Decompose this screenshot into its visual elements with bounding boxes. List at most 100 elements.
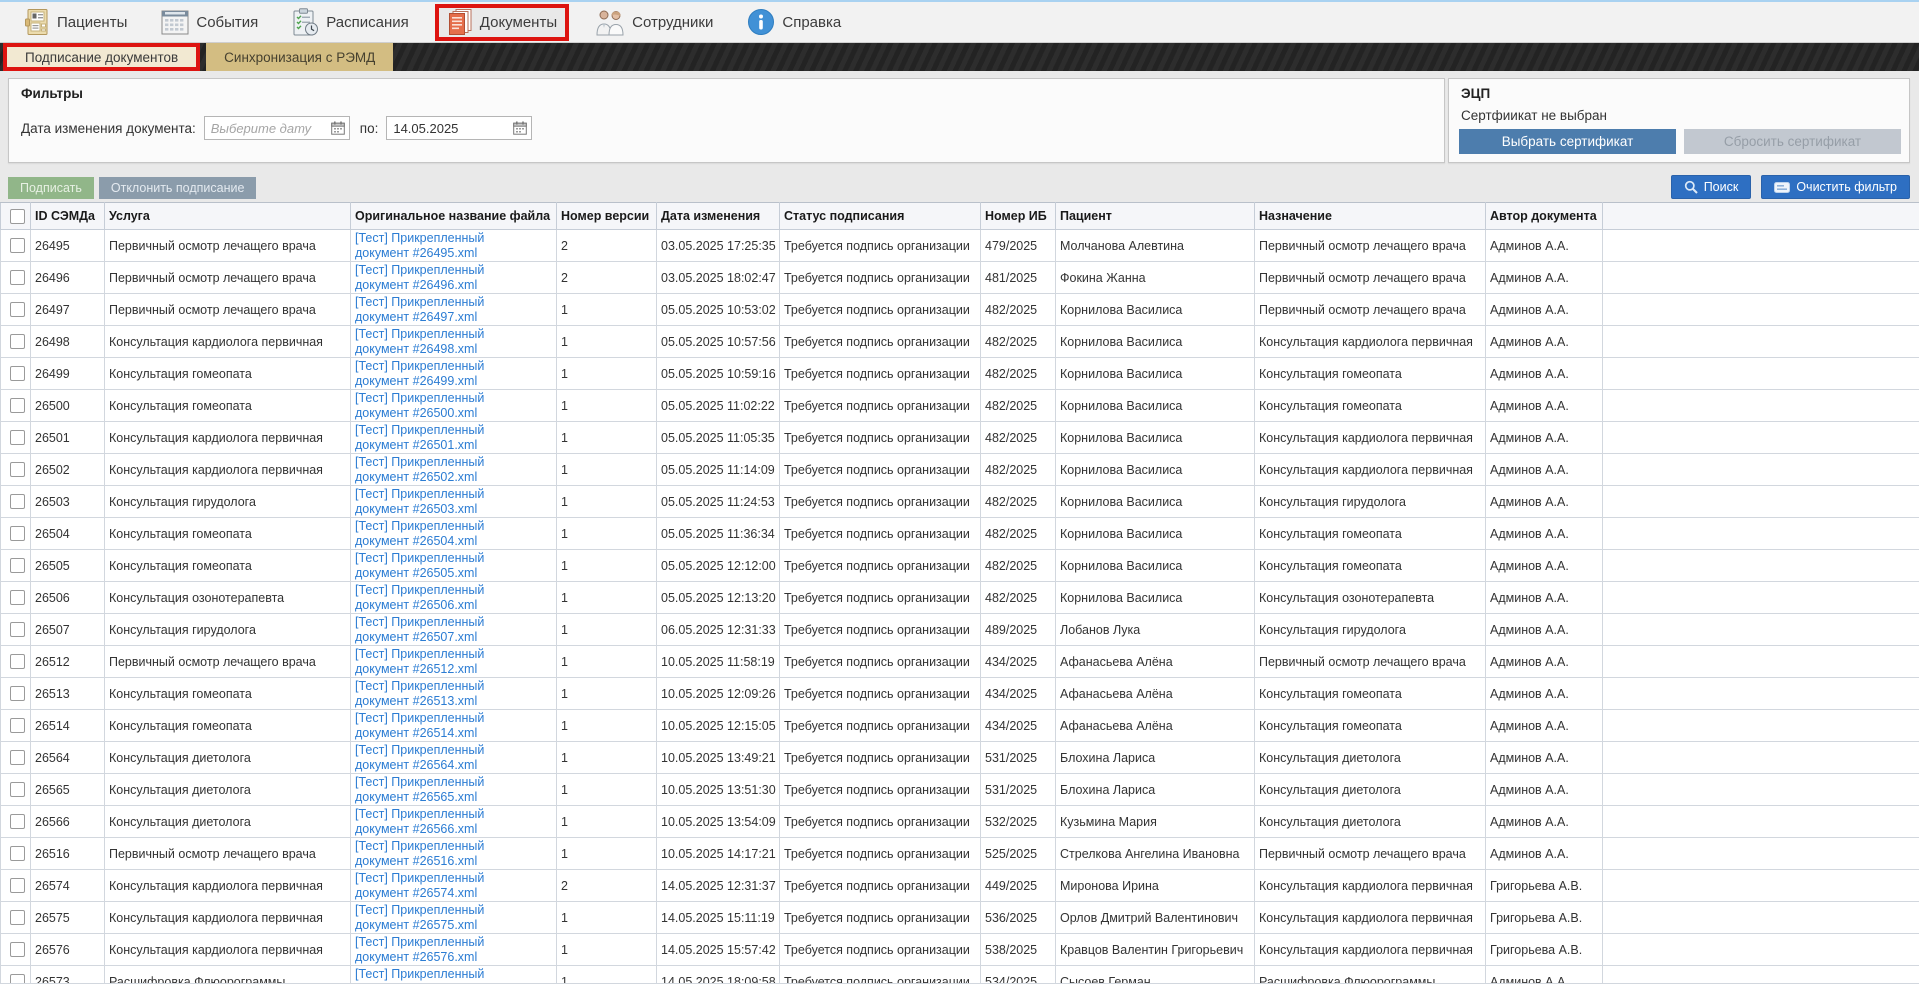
table-row[interactable]: 26575Консультация кардиолога первичная[Т… (1, 902, 1919, 934)
row-checkbox[interactable] (10, 686, 25, 701)
row-checkbox[interactable] (10, 718, 25, 733)
column-header[interactable]: Автор документа (1486, 203, 1603, 230)
sign-button[interactable]: Подписать (8, 177, 94, 199)
row-checkbox[interactable] (10, 814, 25, 829)
row-checkbox[interactable] (10, 494, 25, 509)
row-checkbox[interactable] (10, 846, 25, 861)
document-file-link[interactable]: [Тест] Прикрепленный документ #26503.xml (355, 487, 484, 516)
table-row[interactable]: 26506Консультация озонотерапевта[Тест] П… (1, 582, 1919, 614)
table-row[interactable]: 26574Консультация кардиолога первичная[Т… (1, 870, 1919, 902)
document-file-link[interactable]: [Тест] Прикрепленный документ #26514.xml (355, 711, 484, 740)
table-row[interactable]: 26513Консультация гомеопата[Тест] Прикре… (1, 678, 1919, 710)
document-file-link[interactable]: [Тест] Прикрепленный документ #26497.xml (355, 295, 484, 324)
table-row[interactable]: 26516Первичный осмотр лечащего врача[Тес… (1, 838, 1919, 870)
document-file-link[interactable]: [Тест] Прикрепленный документ #26565.xml (355, 775, 484, 804)
table-row[interactable]: 26505Консультация гомеопата[Тест] Прикре… (1, 550, 1919, 582)
tab-document-signing[interactable]: Подписание документов (7, 47, 196, 67)
decline-signing-button[interactable]: Отклонить подписание (99, 177, 257, 199)
row-checkbox[interactable] (10, 430, 25, 445)
document-file-link[interactable]: [Тест] Прикрепленный документ #26516.xml (355, 839, 484, 868)
table-row[interactable]: 26501Консультация кардиолога первичная[Т… (1, 422, 1919, 454)
column-header[interactable]: Номер ИБ (981, 203, 1056, 230)
document-file-link[interactable]: [Тест] Прикрепленный документ #26504.xml (355, 519, 484, 548)
table-row[interactable]: 26503Консультация гирудолога[Тест] Прикр… (1, 486, 1919, 518)
row-checkbox[interactable] (10, 270, 25, 285)
row-checkbox[interactable] (10, 526, 25, 541)
document-file-link[interactable]: [Тест] Прикрепленный документ #26495.xml (355, 231, 484, 260)
column-header[interactable]: Оригинальное название файла (351, 203, 557, 230)
document-file-link[interactable]: [Тест] Прикрепленный документ #26513.xml (355, 679, 484, 708)
document-file-link[interactable]: [Тест] Прикрепленный документ #26506.xml (355, 583, 484, 612)
table-row[interactable]: 26498Консультация кардиолога первичная[Т… (1, 326, 1919, 358)
document-file-link[interactable]: [Тест] Прикрепленный документ #26499.xml (355, 359, 484, 388)
row-checkbox[interactable] (10, 558, 25, 573)
toolbar-item-events[interactable]: События (153, 3, 266, 41)
row-checkbox[interactable] (10, 398, 25, 413)
toolbar-item-patients[interactable]: Пациенты (16, 3, 135, 41)
column-header[interactable]: Номер версии (557, 203, 657, 230)
clear-filter-button[interactable]: Очистить фильтр (1761, 175, 1910, 199)
table-row[interactable]: 26504Консультация гомеопата[Тест] Прикре… (1, 518, 1919, 550)
column-header[interactable]: Услуга (105, 203, 351, 230)
row-checkbox[interactable] (10, 622, 25, 637)
column-header[interactable]: Назначение (1255, 203, 1486, 230)
table-row[interactable]: 26502Консультация кардиолога первичная[Т… (1, 454, 1919, 486)
toolbar-item-documents[interactable]: Документы (439, 8, 565, 37)
row-checkbox[interactable] (10, 654, 25, 669)
select-all-checkbox[interactable] (10, 209, 25, 224)
table-row[interactable]: 26564Консультация диетолога[Тест] Прикре… (1, 742, 1919, 774)
table-row[interactable]: 26514Консультация гомеопата[Тест] Прикре… (1, 710, 1919, 742)
document-file-link[interactable]: [Тест] Прикрепленный документ #26501.xml (355, 423, 484, 452)
select-certificate-button[interactable]: Выбрать сертификат (1459, 129, 1676, 154)
table-row[interactable]: 26576Консультация кардиолога первичная[Т… (1, 934, 1919, 966)
date-to-input[interactable] (386, 116, 532, 140)
tab-remd-sync[interactable]: Синхронизация с РЭМД (206, 43, 393, 71)
row-checkbox[interactable] (10, 942, 25, 957)
table-row[interactable]: 26566Консультация диетолога[Тест] Прикре… (1, 806, 1919, 838)
document-file-link[interactable]: [Тест] Прикрепленный документ #26500.xml (355, 391, 484, 420)
toolbar-item-schedules[interactable]: Расписания (284, 3, 416, 41)
row-checkbox[interactable] (10, 238, 25, 253)
row-checkbox[interactable] (10, 782, 25, 797)
table-row[interactable]: 26497Первичный осмотр лечащего врача[Тес… (1, 294, 1919, 326)
calendar-picker-icon[interactable] (331, 121, 345, 135)
row-checkbox[interactable] (10, 750, 25, 765)
row-checkbox[interactable] (10, 590, 25, 605)
table-row[interactable]: 26500Консультация гомеопата[Тест] Прикре… (1, 390, 1919, 422)
row-checkbox[interactable] (10, 462, 25, 477)
table-row[interactable]: 26507Консультация гирудолога[Тест] Прикр… (1, 614, 1919, 646)
document-file-link[interactable]: [Тест] Прикрепленный документ #26574.xml (355, 871, 484, 900)
table-row[interactable]: 26512Первичный осмотр лечащего врача[Тес… (1, 646, 1919, 678)
toolbar-item-employees[interactable]: Сотрудники (587, 3, 721, 41)
calendar-picker-icon[interactable] (513, 121, 527, 135)
document-file-link[interactable]: [Тест] Прикрепленный документ #26576.xml (355, 935, 484, 964)
document-file-link[interactable]: [Тест] Прикрепленный документ #26502.xml (355, 455, 484, 484)
document-file-link[interactable]: [Тест] Прикрепленный документ #26507.xml (355, 615, 484, 644)
row-checkbox[interactable] (10, 878, 25, 893)
document-file-link[interactable]: [Тест] Прикрепленный документ #26498.xml (355, 327, 484, 356)
cell-case_no: 489/2025 (981, 614, 1056, 646)
document-file-link[interactable]: [Тест] Прикрепленный документ #26512.xml (355, 647, 484, 676)
document-file-link[interactable]: [Тест] Прикрепленный документ #26575.xml (355, 903, 484, 932)
search-button[interactable]: Поиск (1671, 175, 1752, 199)
document-file-link[interactable]: [Тест] Прикрепленный документ #26496.xml (355, 263, 484, 292)
row-checkbox[interactable] (10, 366, 25, 381)
document-file-link[interactable]: [Тест] Прикрепленный документ #26566.xml (355, 807, 484, 836)
toolbar-item-help[interactable]: Справка (739, 3, 849, 41)
table-row[interactable]: 26496Первичный осмотр лечащего врача[Тес… (1, 262, 1919, 294)
column-header[interactable]: Пациент (1056, 203, 1255, 230)
row-checkbox[interactable] (10, 910, 25, 925)
column-header[interactable]: ID СЭМДа (31, 203, 105, 230)
row-checkbox[interactable] (10, 334, 25, 349)
table-row[interactable]: 26495Первичный осмотр лечащего врача[Тес… (1, 230, 1919, 262)
document-file-link[interactable]: [Тест] Прикрепленный документ #26505.xml (355, 551, 484, 580)
column-header[interactable]: Статус подписания (780, 203, 981, 230)
table-row[interactable]: 26565Консультация диетолога[Тест] Прикре… (1, 774, 1919, 806)
table-row[interactable]: 26499Консультация гомеопата[Тест] Прикре… (1, 358, 1919, 390)
reset-certificate-button[interactable]: Сбросить сертификат (1684, 129, 1901, 154)
column-header[interactable]: Дата изменения (657, 203, 780, 230)
row-select-cell (1, 678, 31, 710)
document-file-link[interactable]: [Тест] Прикрепленный документ #26564.xml (355, 743, 484, 772)
date-from-input[interactable] (204, 116, 350, 140)
row-checkbox[interactable] (10, 302, 25, 317)
